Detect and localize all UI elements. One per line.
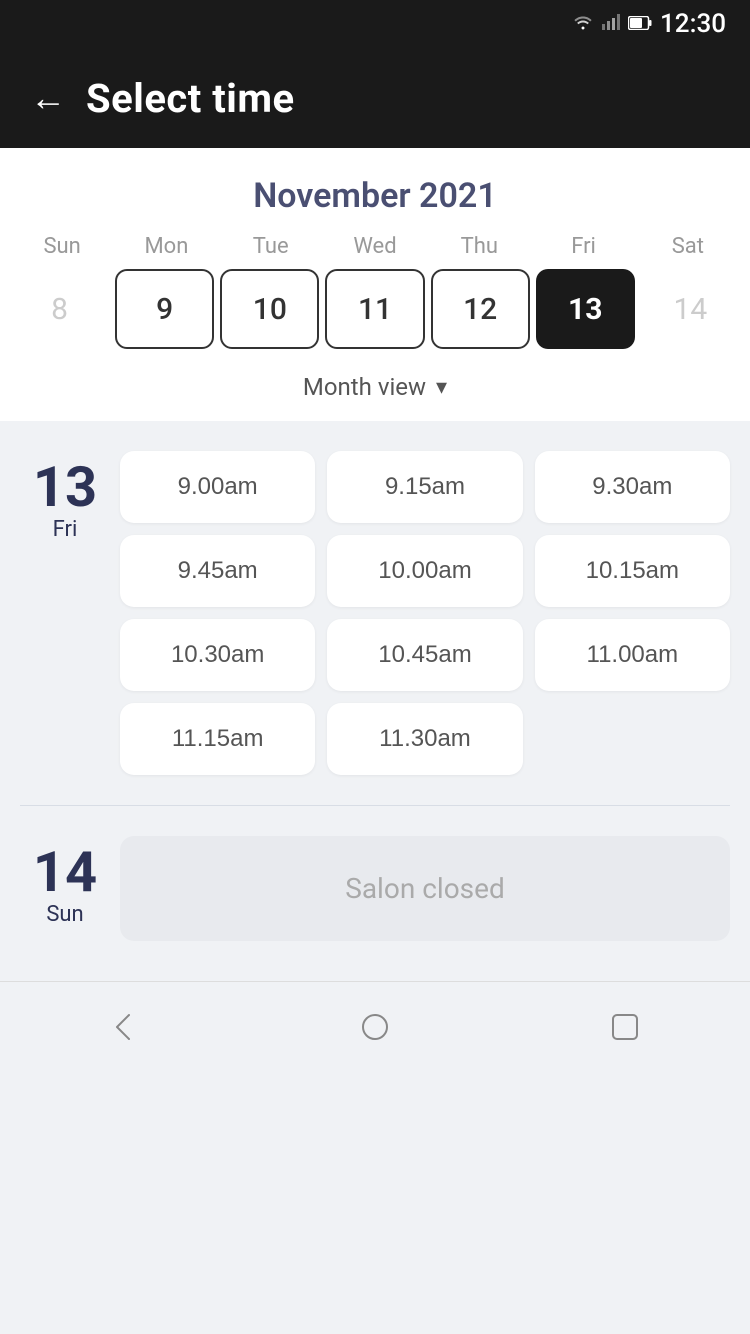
- day-label-13: 13 Fri: [20, 451, 110, 542]
- weekday-wed: Wed: [323, 234, 427, 269]
- slot-930am[interactable]: 9.30am: [535, 451, 730, 523]
- wifi-icon: [572, 14, 594, 34]
- slot-1030am[interactable]: 10.30am: [120, 619, 315, 691]
- calendar-section: November 2021 Sun Mon Tue Wed Thu Fri Sa…: [0, 148, 750, 421]
- page-title: Select time: [86, 75, 295, 122]
- day-9[interactable]: 9: [115, 269, 214, 349]
- back-button[interactable]: ←: [30, 80, 66, 116]
- status-time: 12:30: [660, 9, 726, 39]
- weekday-thu: Thu: [427, 234, 531, 269]
- timeslots-section: 13 Fri 9.00am 9.15am 9.30am 9.45am 10.00…: [0, 421, 750, 961]
- slot-1045am[interactable]: 10.45am: [327, 619, 522, 691]
- page-header: ← Select time: [0, 48, 750, 148]
- day-10[interactable]: 10: [220, 269, 319, 349]
- day-number-13: 13: [33, 459, 97, 515]
- month-label: November 2021: [0, 176, 750, 216]
- day-8[interactable]: 8: [10, 269, 109, 349]
- weekday-mon: Mon: [114, 234, 218, 269]
- day-number-14: 14: [33, 844, 97, 900]
- day-group-14: 14 Sun Salon closed: [20, 836, 730, 941]
- bottom-navigation: [0, 981, 750, 1071]
- weekday-tue: Tue: [219, 234, 323, 269]
- nav-recent-button[interactable]: [600, 1002, 650, 1052]
- day-name-14: Sun: [46, 902, 83, 927]
- weekday-fri: Fri: [531, 234, 635, 269]
- back-nav-icon: [107, 1009, 143, 1045]
- recent-nav-icon: [607, 1009, 643, 1045]
- day-11[interactable]: 11: [325, 269, 424, 349]
- slot-1115am[interactable]: 11.15am: [120, 703, 315, 775]
- day-label-14: 14 Sun: [20, 836, 110, 927]
- slot-1000am[interactable]: 10.00am: [327, 535, 522, 607]
- nav-home-button[interactable]: [350, 1002, 400, 1052]
- day-12[interactable]: 12: [431, 269, 530, 349]
- slot-915am[interactable]: 9.15am: [327, 451, 522, 523]
- salon-closed-box: Salon closed: [120, 836, 730, 941]
- weekday-sat: Sat: [636, 234, 740, 269]
- month-view-label: Month view: [303, 373, 426, 401]
- nav-back-button[interactable]: [100, 1002, 150, 1052]
- slot-1130am[interactable]: 11.30am: [327, 703, 522, 775]
- slot-945am[interactable]: 9.45am: [120, 535, 315, 607]
- weekday-sun: Sun: [10, 234, 114, 269]
- month-view-toggle[interactable]: Month view ▾: [0, 365, 750, 421]
- day-13[interactable]: 13: [536, 269, 635, 349]
- day-divider: [20, 805, 730, 806]
- slot-1100am[interactable]: 11.00am: [535, 619, 730, 691]
- day-group-13: 13 Fri 9.00am 9.15am 9.30am 9.45am 10.00…: [20, 451, 730, 775]
- day-name-13: Fri: [53, 517, 78, 542]
- status-bar: 12:30: [0, 0, 750, 48]
- chevron-down-icon: ▾: [436, 375, 447, 400]
- battery-icon: [628, 15, 652, 34]
- signal-icon: [602, 14, 620, 34]
- status-icons: 12:30: [572, 9, 726, 39]
- home-nav-icon: [357, 1009, 393, 1045]
- days-row: 8 9 10 11 12 13 14: [0, 269, 750, 365]
- weekdays-row: Sun Mon Tue Wed Thu Fri Sat: [0, 234, 750, 269]
- day-14[interactable]: 14: [641, 269, 740, 349]
- slots-grid-13: 9.00am 9.15am 9.30am 9.45am 10.00am 10.1…: [110, 451, 730, 775]
- slot-900am[interactable]: 9.00am: [120, 451, 315, 523]
- slot-1015am[interactable]: 10.15am: [535, 535, 730, 607]
